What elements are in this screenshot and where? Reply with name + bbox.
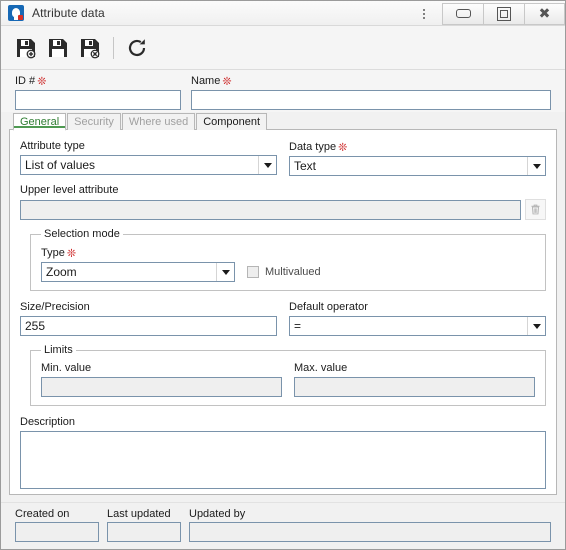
floppy-disk-add-icon <box>17 38 36 58</box>
audit-footer: Created on Last updated Updated by <box>1 502 565 549</box>
created-on-label: Created on <box>15 508 70 520</box>
selection-type-value: Zoom <box>46 265 77 279</box>
header-fields: ID # ❊ Name ❊ <box>1 70 565 112</box>
restore-icon <box>497 6 511 21</box>
multivalued-checkbox <box>247 266 259 278</box>
data-type-select[interactable]: Text <box>289 156 546 176</box>
description-group: Description <box>20 416 546 492</box>
tab-general[interactable]: General <box>13 113 67 131</box>
data-type-group: Data type ❊ Text <box>289 140 546 176</box>
attribute-data-window: Attribute data ✖ ID # ❊ Name ❊ General S… <box>0 0 566 550</box>
updated-by-label: Updated by <box>189 508 246 520</box>
id-input[interactable] <box>15 90 181 110</box>
selection-mode-group: Selection mode Type ❊ Zoom Multivalued <box>30 228 546 291</box>
last-updated-input <box>107 522 181 542</box>
tab-where-used: Where used <box>121 113 196 130</box>
tab-security: Security <box>67 113 121 130</box>
close-button[interactable]: ✖ <box>524 2 565 25</box>
size-precision-input[interactable] <box>20 316 277 336</box>
floppy-disk-delete-icon <box>81 38 100 58</box>
restore-button[interactable] <box>483 2 524 25</box>
clear-upper-level-attribute-button[interactable] <box>525 199 546 220</box>
default-operator-value: = <box>294 319 302 333</box>
min-value-group: Min. value <box>41 362 282 397</box>
default-operator-select[interactable]: = <box>289 316 546 336</box>
last-updated-label: Last updated <box>107 508 171 520</box>
selection-type-select[interactable]: Zoom <box>41 262 235 282</box>
updated-by-input <box>189 522 551 542</box>
upper-level-attribute-row <box>20 199 546 220</box>
kebab-menu-icon[interactable] <box>413 1 435 26</box>
limits-group: Limits Min. value Max. value <box>30 344 546 406</box>
name-input[interactable] <box>191 90 551 110</box>
updated-by-group: Updated by <box>189 508 551 549</box>
save-button[interactable] <box>43 33 73 63</box>
size-precision-group: Size/Precision <box>20 301 277 336</box>
refresh-button[interactable] <box>122 33 152 63</box>
close-icon: ✖ <box>538 5 551 22</box>
multivalued-label: Multivalued <box>265 266 321 278</box>
upper-level-attribute-input <box>20 200 521 220</box>
lightbulb-icon <box>8 5 24 21</box>
tabs-section: General Security Where used Component At… <box>1 112 565 495</box>
size-precision-label: Size/Precision <box>20 301 90 313</box>
general-tab-panel: Attribute type List of values Data type ❊… <box>9 129 557 495</box>
limits-legend: Limits <box>44 344 73 356</box>
name-label: Name ❊ <box>191 75 232 88</box>
type-row: Attribute type List of values Data type ❊… <box>20 140 546 176</box>
minimize-button[interactable] <box>442 2 483 25</box>
save-new-button[interactable] <box>11 33 41 63</box>
chevron-down-icon <box>527 317 545 335</box>
chevron-down-icon <box>216 263 234 281</box>
chevron-down-icon <box>258 156 276 174</box>
attribute-type-value: List of values <box>25 158 96 172</box>
floppy-disk-icon <box>49 38 67 57</box>
selection-type-label: Type ❊ <box>41 247 77 260</box>
last-updated-group: Last updated <box>107 508 181 549</box>
tab-component[interactable]: Component <box>196 113 268 130</box>
window-controls: ✖ <box>413 1 565 26</box>
selection-mode-legend: Selection mode <box>44 228 120 240</box>
trash-icon <box>531 204 540 215</box>
window-title: Attribute data <box>32 6 105 20</box>
upper-level-attribute-label: Upper level attribute <box>20 184 119 196</box>
max-value-input <box>294 377 535 397</box>
min-value-label: Min. value <box>41 362 92 374</box>
minimize-icon <box>455 9 471 18</box>
required-marker-icon: ❊ <box>37 75 47 88</box>
max-value-group: Max. value <box>294 362 535 397</box>
default-operator-label: Default operator <box>289 301 368 313</box>
data-type-label: Data type ❊ <box>289 141 348 154</box>
created-on-input <box>15 522 99 542</box>
refresh-icon <box>128 38 146 56</box>
required-marker-icon: ❊ <box>66 247 77 260</box>
required-marker-icon: ❊ <box>222 75 232 88</box>
data-type-value: Text <box>294 159 317 173</box>
description-textarea[interactable] <box>20 431 546 489</box>
toolbar-separator <box>113 36 114 59</box>
description-label: Description <box>20 416 76 428</box>
attribute-type-group: Attribute type List of values <box>20 140 277 176</box>
chevron-down-icon <box>527 157 545 175</box>
default-operator-group: Default operator = <box>289 301 546 336</box>
upper-level-attribute-group: Upper level attribute <box>20 184 546 220</box>
attribute-type-label: Attribute type <box>20 140 85 152</box>
title-bar: Attribute data ✖ <box>1 1 565 26</box>
selection-type-group: Type ❊ Zoom <box>41 246 235 282</box>
required-marker-icon: ❊ <box>338 141 348 154</box>
size-operator-row: Size/Precision Default operator = <box>20 301 546 336</box>
max-value-label: Max. value <box>294 362 348 374</box>
id-field-group: ID # ❊ <box>15 74 181 112</box>
multivalued-checkbox-group: Multivalued <box>247 262 321 282</box>
id-label: ID # ❊ <box>15 75 47 88</box>
created-on-group: Created on <box>15 508 99 549</box>
save-delete-button[interactable] <box>75 33 105 63</box>
min-value-input <box>41 377 282 397</box>
toolbar <box>1 26 565 70</box>
tab-strip: General Security Where used Component <box>9 112 557 131</box>
limits-row: Min. value Max. value <box>41 362 535 397</box>
selection-mode-row: Type ❊ Zoom Multivalued <box>41 246 535 282</box>
attribute-type-select[interactable]: List of values <box>20 155 277 175</box>
name-field-group: Name ❊ <box>191 74 551 112</box>
